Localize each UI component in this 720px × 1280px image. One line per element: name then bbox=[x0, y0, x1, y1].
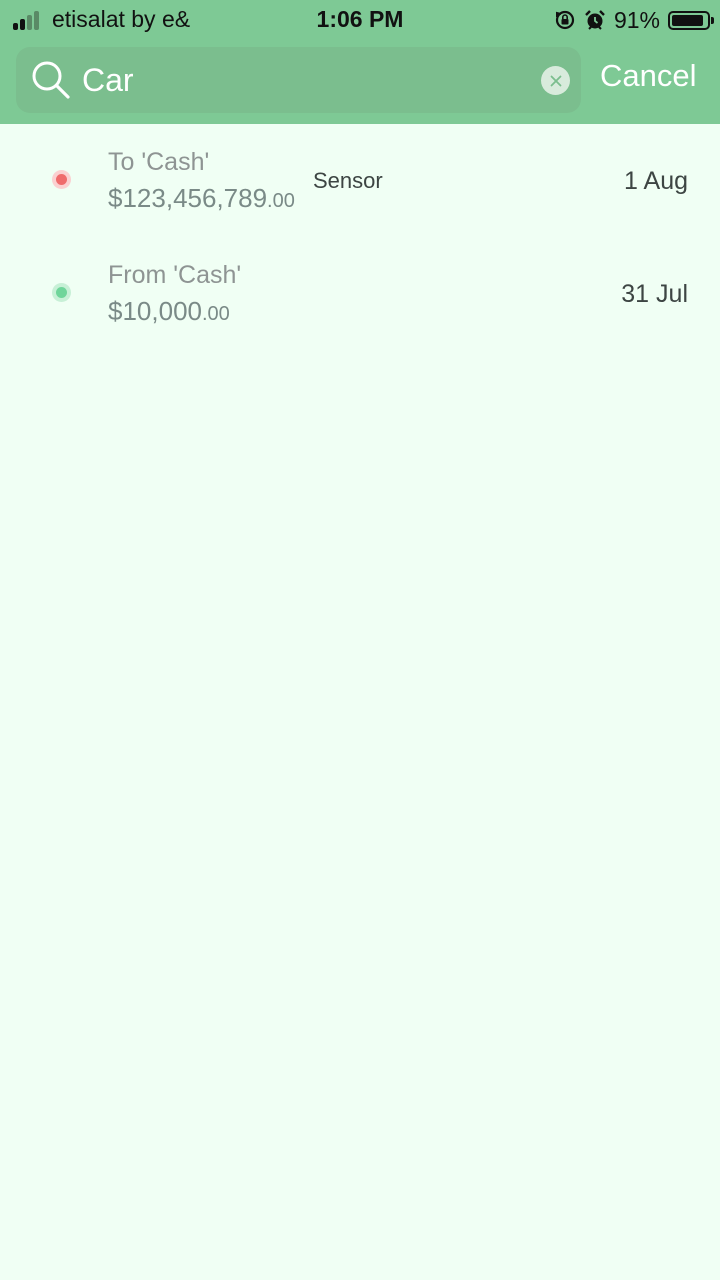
clear-icon bbox=[550, 75, 561, 86]
search-bar[interactable] bbox=[16, 47, 581, 113]
transaction-date: 31 Jul bbox=[621, 280, 688, 308]
transaction-date: 1 Aug bbox=[624, 167, 688, 195]
transaction-amount: $10,000.00 bbox=[108, 296, 230, 327]
list-item[interactable]: From 'Cash' $10,000.00 31 Jul bbox=[0, 237, 720, 350]
amount-main: $10,000 bbox=[108, 296, 202, 326]
battery-percent: 91% bbox=[613, 6, 660, 33]
search-input[interactable] bbox=[82, 47, 522, 113]
amount-cents: .00 bbox=[267, 190, 295, 212]
orientation-lock-icon bbox=[555, 10, 575, 30]
transaction-title: To 'Cash' bbox=[108, 148, 210, 176]
amount-main: $123,456,789 bbox=[108, 183, 268, 213]
battery-icon bbox=[668, 10, 714, 30]
amount-cents: .00 bbox=[201, 303, 230, 325]
transaction-amount: $123,456,789.00 bbox=[108, 183, 295, 214]
transaction-title: From 'Cash' bbox=[108, 261, 242, 289]
header: etisalat by e& 1:06 PM 91% Car Cancel bbox=[0, 0, 720, 124]
transaction-note: Sensor bbox=[313, 168, 383, 193]
expense-dot-icon bbox=[52, 170, 71, 189]
status-right-group: 91% bbox=[554, 6, 714, 34]
battery-level bbox=[672, 14, 703, 26]
search-results-list: To 'Cash' $123,456,789.00 Sensor 1 Aug F… bbox=[0, 124, 720, 350]
income-dot-icon bbox=[52, 283, 71, 302]
cancel-button[interactable]: Cancel bbox=[600, 58, 708, 94]
list-item[interactable]: To 'Cash' $123,456,789.00 Sensor 1 Aug bbox=[0, 124, 720, 237]
alarm-icon bbox=[585, 10, 605, 30]
status-bar: etisalat by e& 1:06 PM 91% bbox=[0, 0, 720, 40]
clear-search-button[interactable] bbox=[541, 66, 570, 95]
search-icon bbox=[32, 61, 70, 99]
